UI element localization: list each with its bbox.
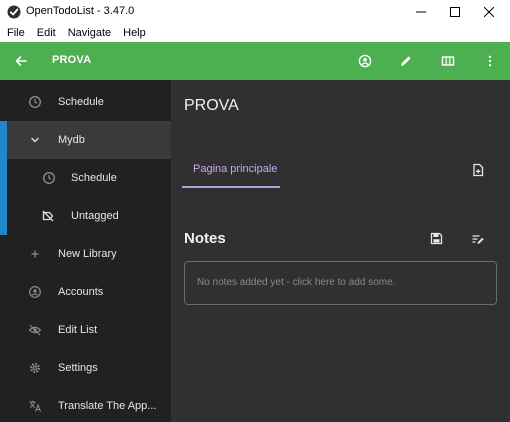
sidebar-item-schedule[interactable]: Schedule — [0, 83, 171, 121]
close-button[interactable] — [472, 0, 506, 24]
maximize-button[interactable] — [438, 0, 472, 24]
maximize-icon — [450, 7, 460, 17]
menu-file[interactable]: File — [7, 27, 25, 39]
sidebar-item-edit-list[interactable]: Edit List — [0, 311, 171, 349]
app-toolbar: PROVA — [0, 42, 510, 80]
tab-active-indicator — [182, 186, 280, 188]
sidebar: Schedule Mydb Schedule Untagged New Libr… — [0, 80, 171, 422]
sidebar-item-mydb[interactable]: Mydb — [0, 121, 171, 159]
main-content: PROVA Pagina principale Notes No notes a… — [171, 80, 510, 422]
save-icon[interactable] — [430, 232, 443, 245]
sidebar-item-label: Edit List — [58, 324, 98, 336]
minimize-button[interactable] — [404, 0, 438, 24]
notes-empty-text: No notes added yet - click here to add s… — [197, 277, 396, 288]
library-accent-bar — [0, 121, 7, 235]
sidebar-item-label: Accounts — [58, 286, 104, 298]
clock-icon — [29, 96, 41, 108]
tab-pagina-principale[interactable]: Pagina principale — [182, 156, 280, 188]
chevron-down-icon — [31, 137, 39, 143]
eye-off-icon — [28, 324, 42, 336]
sidebar-item-settings[interactable]: Settings — [0, 349, 171, 387]
sidebar-item-translate[interactable]: Translate The App... — [0, 387, 171, 422]
window-title: OpenTodoList - 3.47.0 — [26, 5, 135, 17]
minimize-icon — [416, 11, 426, 13]
menu-navigate[interactable]: Navigate — [68, 27, 111, 39]
sidebar-item-new-library[interactable]: New Library — [0, 235, 171, 273]
translate-icon — [29, 400, 41, 412]
page-title: PROVA — [184, 97, 239, 114]
menu-edit[interactable]: Edit — [37, 27, 56, 39]
close-icon — [484, 7, 494, 17]
tab-label: Pagina principale — [193, 163, 278, 175]
columns-icon[interactable] — [440, 53, 456, 69]
menubar: File Edit Navigate Help — [0, 24, 510, 42]
sidebar-item-label: Mydb — [58, 134, 85, 146]
app-logo-icon — [7, 5, 21, 19]
sidebar-item-mydb-schedule[interactable]: Schedule — [0, 159, 171, 197]
more-vert-icon[interactable] — [482, 53, 498, 69]
notes-empty-placeholder[interactable]: No notes added yet - click here to add s… — [184, 261, 497, 305]
clock-icon — [43, 172, 55, 184]
tag-off-icon — [42, 210, 54, 222]
notes-heading: Notes — [184, 230, 226, 247]
gear-icon — [30, 363, 40, 373]
account-icon — [29, 286, 41, 298]
account-icon[interactable] — [357, 53, 373, 69]
sidebar-item-label: Schedule — [58, 96, 104, 108]
menu-help[interactable]: Help — [123, 27, 146, 39]
plus-icon — [31, 250, 39, 258]
window-titlebar: OpenTodoList - 3.47.0 — [0, 0, 510, 24]
add-page-icon[interactable] — [471, 163, 485, 177]
toolbar-title: PROVA — [52, 54, 92, 66]
pencil-icon[interactable] — [398, 53, 414, 69]
sidebar-item-label: Schedule — [71, 172, 117, 184]
sidebar-item-label: Untagged — [71, 210, 119, 222]
edit-list-icon[interactable] — [471, 232, 485, 246]
sidebar-item-label: Settings — [58, 362, 98, 374]
sidebar-item-accounts[interactable]: Accounts — [0, 273, 171, 311]
sidebar-item-label: New Library — [58, 248, 117, 260]
sidebar-item-label: Translate The App... — [58, 400, 157, 412]
arrow-left-icon[interactable] — [13, 53, 29, 69]
sidebar-item-untagged[interactable]: Untagged — [0, 197, 171, 235]
